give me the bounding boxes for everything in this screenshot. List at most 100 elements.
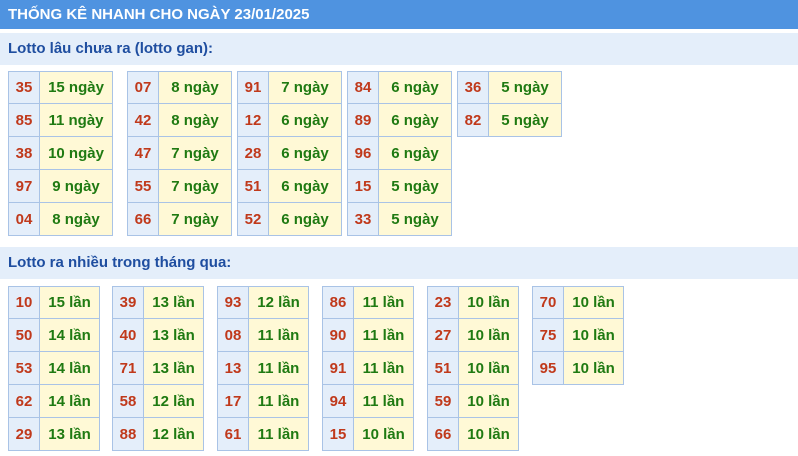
frequent-number: 90 (322, 318, 354, 352)
frequent-row: 59 10 lần (427, 384, 519, 418)
gan-count: 7 ngày (158, 202, 232, 236)
frequent-row: 91 11 lần (322, 351, 414, 385)
gan-number: 91 (237, 71, 269, 104)
frequent-number: 91 (322, 351, 354, 385)
gan-number: 47 (127, 136, 159, 170)
gan-count: 8 ngày (158, 103, 232, 137)
gan-count: 7 ngày (158, 136, 232, 170)
gan-number: 82 (457, 103, 489, 137)
frequent-group: 39 13 lần 40 13 lần 71 13 lần 58 12 lần 88 12 lần (112, 286, 204, 451)
gan-row: 85 11 ngày (8, 103, 113, 137)
frequent-count: 10 lần (458, 417, 519, 451)
gan-group: 07 8 ngày 42 8 ngày 47 7 ngày 55 7 ngày 66 7 ngày (127, 71, 232, 236)
section-frequent-title-text: Lotto ra nhiều trong tháng qua: (8, 254, 232, 271)
gan-group: 84 6 ngày 89 6 ngày 96 6 ngày 15 5 ngày 33 5 ngày (347, 71, 452, 236)
gan-number: 36 (457, 71, 489, 104)
frequent-group: 70 10 lần 75 10 lần 95 10 lần (532, 286, 624, 385)
frequent-group: 23 10 lần 27 10 lần 51 10 lần 59 10 lần 66 10 lần (427, 286, 519, 451)
gan-row: 28 6 ngày (237, 136, 342, 170)
frequent-number: 53 (8, 351, 40, 385)
frequent-group: 10 15 lần 50 14 lần 53 14 lần 62 14 lần 29 13 lần (8, 286, 100, 451)
frequent-number: 71 (112, 351, 144, 385)
gan-row: 66 7 ngày (127, 202, 232, 236)
gan-number: 35 (8, 71, 40, 104)
gan-row: 84 6 ngày (347, 71, 452, 104)
gan-number: 55 (127, 169, 159, 203)
frequent-count: 15 lần (39, 286, 100, 319)
frequent-count: 10 lần (458, 318, 519, 352)
gan-row: 51 6 ngày (237, 169, 342, 203)
gan-count: 8 ngày (39, 202, 113, 236)
frequent-count: 11 lần (248, 318, 309, 352)
gan-row: 04 8 ngày (8, 202, 113, 236)
frequent-count: 13 lần (143, 351, 204, 385)
frequent-number: 10 (8, 286, 40, 319)
page-header: THỐNG KÊ NHANH CHO NGÀY 23/01/2025 (0, 0, 798, 29)
gan-number: 66 (127, 202, 159, 236)
frequent-number: 93 (217, 286, 249, 319)
frequent-number: 86 (322, 286, 354, 319)
gan-number: 42 (127, 103, 159, 137)
gan-number: 84 (347, 71, 379, 104)
frequent-row: 10 15 lần (8, 286, 100, 319)
gan-group: 91 7 ngày 12 6 ngày 28 6 ngày 51 6 ngày 52 6 ngày (237, 71, 342, 236)
gan-number: 38 (8, 136, 40, 170)
frequent-row: 29 13 lần (8, 417, 100, 451)
gan-row: 82 5 ngày (457, 103, 562, 137)
gan-row: 47 7 ngày (127, 136, 232, 170)
frequent-count: 10 lần (458, 351, 519, 385)
frequent-number: 59 (427, 384, 459, 418)
frequent-count: 11 lần (248, 417, 309, 451)
gan-row: 33 5 ngày (347, 202, 452, 236)
gan-count: 6 ngày (378, 71, 452, 104)
gan-count: 15 ngày (39, 71, 113, 104)
gan-row: 52 6 ngày (237, 202, 342, 236)
frequent-row: 95 10 lần (532, 351, 624, 385)
frequent-number: 39 (112, 286, 144, 319)
frequent-row: 53 14 lần (8, 351, 100, 385)
frequent-row: 50 14 lần (8, 318, 100, 352)
frequent-row: 39 13 lần (112, 286, 204, 319)
frequent-count: 14 lần (39, 384, 100, 418)
gan-count: 9 ngày (39, 169, 113, 203)
gan-number: 89 (347, 103, 379, 137)
section-frequent-title: Lotto ra nhiều trong tháng qua: (0, 247, 798, 279)
gan-row: 35 15 ngày (8, 71, 113, 104)
gan-row: 42 8 ngày (127, 103, 232, 137)
gan-number: 52 (237, 202, 269, 236)
frequent-number: 94 (322, 384, 354, 418)
frequent-count: 11 lần (353, 351, 414, 385)
frequent-row: 71 13 lần (112, 351, 204, 385)
frequent-row: 62 14 lần (8, 384, 100, 418)
gan-group: 36 5 ngày 82 5 ngày (457, 71, 562, 137)
gan-count: 8 ngày (158, 71, 232, 104)
gan-row: 89 6 ngày (347, 103, 452, 137)
gan-number: 51 (237, 169, 269, 203)
frequent-count: 10 lần (458, 286, 519, 319)
frequent-count: 10 lần (353, 417, 414, 451)
frequent-count: 12 lần (143, 417, 204, 451)
gan-row: 12 6 ngày (237, 103, 342, 137)
frequent-number: 27 (427, 318, 459, 352)
gan-number: 12 (237, 103, 269, 137)
gan-number: 96 (347, 136, 379, 170)
frequent-row: 08 11 lần (217, 318, 309, 352)
gan-count: 5 ngày (488, 71, 562, 104)
frequent-number: 75 (532, 318, 564, 352)
frequent-row: 70 10 lần (532, 286, 624, 319)
gan-count: 11 ngày (39, 103, 113, 137)
frequent-count: 13 lần (143, 286, 204, 319)
gan-count: 7 ngày (268, 71, 342, 104)
gan-count: 5 ngày (488, 103, 562, 137)
frequent-count: 11 lần (353, 318, 414, 352)
frequent-number: 50 (8, 318, 40, 352)
gan-row: 96 6 ngày (347, 136, 452, 170)
frequent-count: 14 lần (39, 318, 100, 352)
frequent-row: 51 10 lần (427, 351, 519, 385)
frequent-grid: 10 15 lần 50 14 lần 53 14 lần 62 14 lần 29 13 lần… (0, 286, 798, 456)
gan-number: 15 (347, 169, 379, 203)
gan-row: 97 9 ngày (8, 169, 113, 203)
gan-count: 6 ngày (378, 136, 452, 170)
frequent-count: 13 lần (143, 318, 204, 352)
frequent-count: 11 lần (353, 286, 414, 319)
